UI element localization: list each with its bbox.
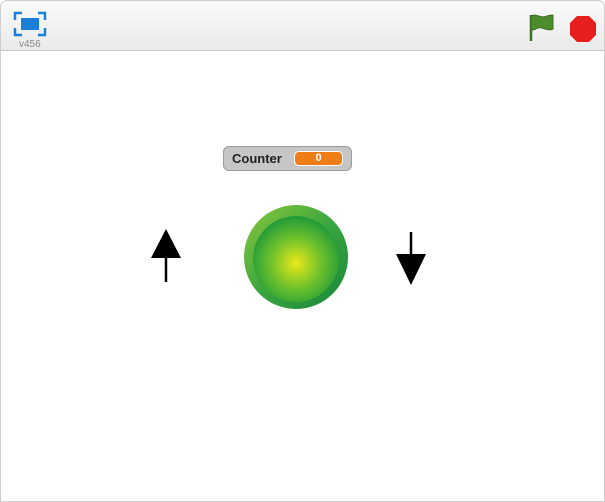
player-toolbar: v456 [1, 1, 604, 51]
green-ball-icon [244, 205, 348, 309]
fullscreen-icon [13, 11, 47, 37]
down-arrow-sprite[interactable] [394, 230, 428, 293]
arrow-up-icon [151, 229, 181, 282]
up-arrow-sprite[interactable] [149, 226, 183, 289]
variable-monitor: Counter 0 [223, 146, 352, 171]
green-ball-sprite[interactable] [243, 204, 349, 315]
monitor-label: Counter [232, 151, 282, 166]
scratch-player: v456 Counter 0 [0, 0, 605, 502]
arrow-down-icon [396, 232, 426, 285]
green-flag-icon [529, 14, 554, 41]
stop-sign-icon [570, 16, 596, 42]
green-flag-button[interactable] [527, 12, 555, 42]
stop-button[interactable] [568, 14, 598, 44]
stage[interactable]: Counter 0 [1, 51, 604, 501]
monitor-value: 0 [294, 151, 343, 166]
version-label: v456 [19, 39, 41, 50]
fullscreen-button[interactable] [11, 9, 49, 41]
